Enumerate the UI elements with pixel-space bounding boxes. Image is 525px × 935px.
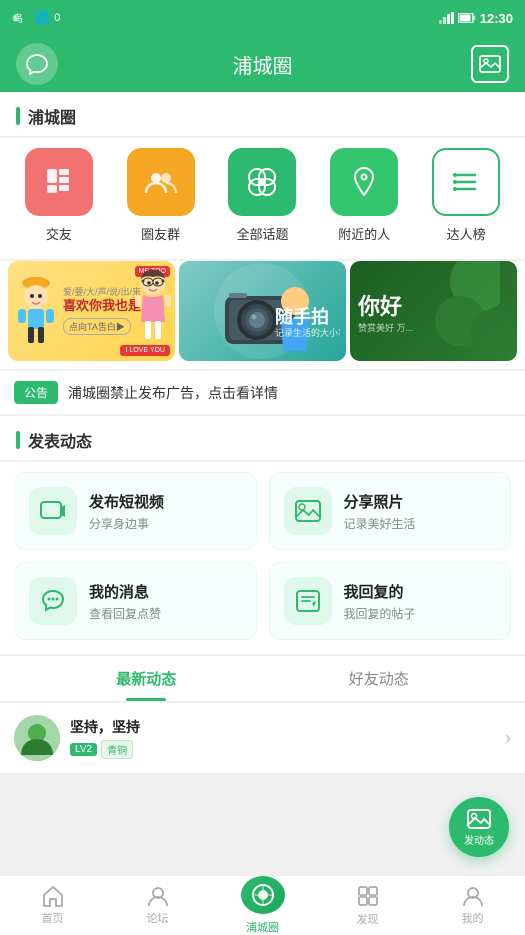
pucheng-section-header: 浦城圈 [0, 92, 525, 136]
discover-icon [356, 884, 380, 908]
post-action-reply[interactable]: 我回复的 我回复的帖子 [269, 562, 512, 640]
bottom-navigation: 首页 论坛 浦城圈 发现 我 [0, 875, 525, 935]
ranking-icon-box [432, 148, 500, 216]
nav-home[interactable]: 首页 [0, 876, 105, 935]
forum-icon [146, 885, 170, 907]
svg-text:随手拍: 随手拍 [275, 306, 329, 327]
reply-icon-box [284, 577, 332, 625]
chat-icon-button[interactable] [16, 43, 58, 85]
reply-action-info: 我回复的 我回复的帖子 [344, 581, 416, 622]
status-left: 乌 🌐 0 [12, 10, 60, 26]
page-title: 浦城圈 [233, 50, 293, 79]
icon-item-group[interactable]: 圈友群 [127, 148, 195, 243]
reply-action-sub: 我回复的帖子 [344, 605, 416, 622]
icon-item-topics[interactable]: 全部话题 [228, 148, 296, 243]
group-icon-box [127, 148, 195, 216]
photo-action-info: 分享照片 记录美好生活 [344, 491, 416, 532]
message-action-info: 我的消息 查看回复点赞 [89, 581, 161, 622]
banner1-cta[interactable]: 点向TA告白▶ [63, 318, 131, 335]
tab-friends[interactable]: 好友动态 [263, 656, 496, 701]
post-row-arrow[interactable]: › [505, 728, 511, 749]
post-action-photo[interactable]: 分享照片 记录美好生活 [269, 472, 512, 550]
message-action-sub: 查看回复点赞 [89, 605, 161, 622]
status-bar: 乌 🌐 0 12:30 [0, 0, 525, 36]
tab-latest[interactable]: 最新动态 [30, 656, 263, 701]
notice-text: 浦城圈禁止发布广告，点击看详情 [68, 383, 278, 403]
user-post-preview[interactable]: 坚持，坚持 LV2 青铜 › [0, 702, 525, 773]
user-badges: LV2 青铜 [70, 740, 140, 759]
banner-strip: 爱/要/大/声/说/出/来 喜欢你我也是 点向TA告白▶ ME TOO I LO… [0, 261, 525, 369]
photo-icon-box [284, 487, 332, 535]
video-action-sub: 分享身边事 [89, 515, 164, 532]
nav-mine[interactable]: 我的 [420, 876, 525, 935]
notice-tag: 公告 [14, 381, 58, 404]
nav-circle-label: 浦城圈 [246, 919, 279, 935]
post-action-grid: 发布短视频 分享身边事 分享照片 记录美好生活 [0, 462, 525, 654]
fab-label: 发动态 [464, 832, 494, 847]
social-icon-box [25, 148, 93, 216]
fab-icon [467, 807, 491, 831]
social-icon-label: 交友 [46, 224, 72, 243]
status-left-label: 0 [54, 12, 60, 24]
banner-2[interactable]: 随手拍 记录生活的大小事 [179, 261, 346, 361]
post-action-message[interactable]: 我的消息 查看回复点赞 [14, 562, 257, 640]
nav-mine-label: 我的 [462, 910, 484, 926]
pucheng-section-title: 浦城圈 [28, 104, 76, 128]
feature-icon-grid: 交友 圈友群 [0, 138, 525, 259]
post-section-header: 发表动态 [0, 416, 525, 460]
message-icon-box [29, 577, 77, 625]
notice-bar[interactable]: 公告 浦城圈禁止发布广告，点击看详情 [0, 371, 525, 414]
video-action-title: 发布短视频 [89, 491, 164, 512]
circle-nav-icon [241, 876, 285, 914]
mine-icon [461, 885, 485, 907]
group-icon-label: 圈友群 [141, 224, 180, 243]
svg-text:乌: 乌 [13, 12, 23, 25]
ranking-icon-label: 达人榜 [447, 224, 486, 243]
nearby-icon-box [330, 148, 398, 216]
nav-forum-label: 论坛 [147, 910, 169, 926]
home-icon [41, 885, 65, 907]
message-action-title: 我的消息 [89, 581, 161, 602]
nearby-icon-label: 附近的人 [338, 224, 390, 243]
banner1-sub: 爱/要/大/声/说/出/来 [63, 287, 141, 299]
icon-item-ranking[interactable]: 达人榜 [432, 148, 500, 243]
video-icon-box [29, 487, 77, 535]
topics-icon-label: 全部话题 [236, 224, 288, 243]
topics-icon-box [228, 148, 296, 216]
banner-1[interactable]: 爱/要/大/声/说/出/来 喜欢你我也是 点向TA告白▶ ME TOO I LO… [8, 261, 175, 361]
post-section-title: 发表动态 [28, 428, 92, 452]
reply-action-title: 我回复的 [344, 581, 416, 602]
nav-discover-label: 发现 [357, 911, 379, 927]
post-action-video[interactable]: 发布短视频 分享身边事 [14, 472, 257, 550]
svg-text:记录生活的大小事: 记录生活的大小事 [275, 327, 340, 338]
icon-item-nearby[interactable]: 附近的人 [330, 148, 398, 243]
user-name: 坚持，坚持 [70, 717, 140, 737]
user-avatar [14, 715, 60, 761]
nav-discover[interactable]: 发现 [315, 876, 420, 935]
nav-home-label: 首页 [42, 910, 64, 926]
main-content: 浦城圈 交友 [0, 92, 525, 875]
banner1-main: 喜欢你我也是 [63, 298, 141, 315]
level-badge: LV2 [70, 743, 97, 756]
nav-forum[interactable]: 论坛 [105, 876, 210, 935]
icon-item-social[interactable]: 交友 [25, 148, 93, 243]
feed-tabs: 最新动态 好友动态 [0, 656, 525, 702]
app-header: 浦城圈 [0, 36, 525, 92]
user-info: 坚持，坚持 LV2 青铜 [70, 717, 140, 759]
title-badge: 青铜 [101, 740, 133, 759]
image-icon-button[interactable] [471, 45, 509, 83]
time-display: 12:30 [480, 11, 513, 26]
nav-circle[interactable]: 浦城圈 [210, 876, 315, 935]
fab-post-button[interactable]: 发动态 [449, 797, 509, 857]
section-bar [16, 107, 20, 125]
status-right: 12:30 [439, 11, 513, 26]
banner-3[interactable]: 你好 赞赏美好 万... [350, 261, 517, 361]
photo-action-title: 分享照片 [344, 491, 416, 512]
signal-icon: 🌐 [34, 10, 50, 26]
photo-action-sub: 记录美好生活 [344, 515, 416, 532]
video-action-info: 发布短视频 分享身边事 [89, 491, 164, 532]
post-section-bar [16, 431, 20, 449]
